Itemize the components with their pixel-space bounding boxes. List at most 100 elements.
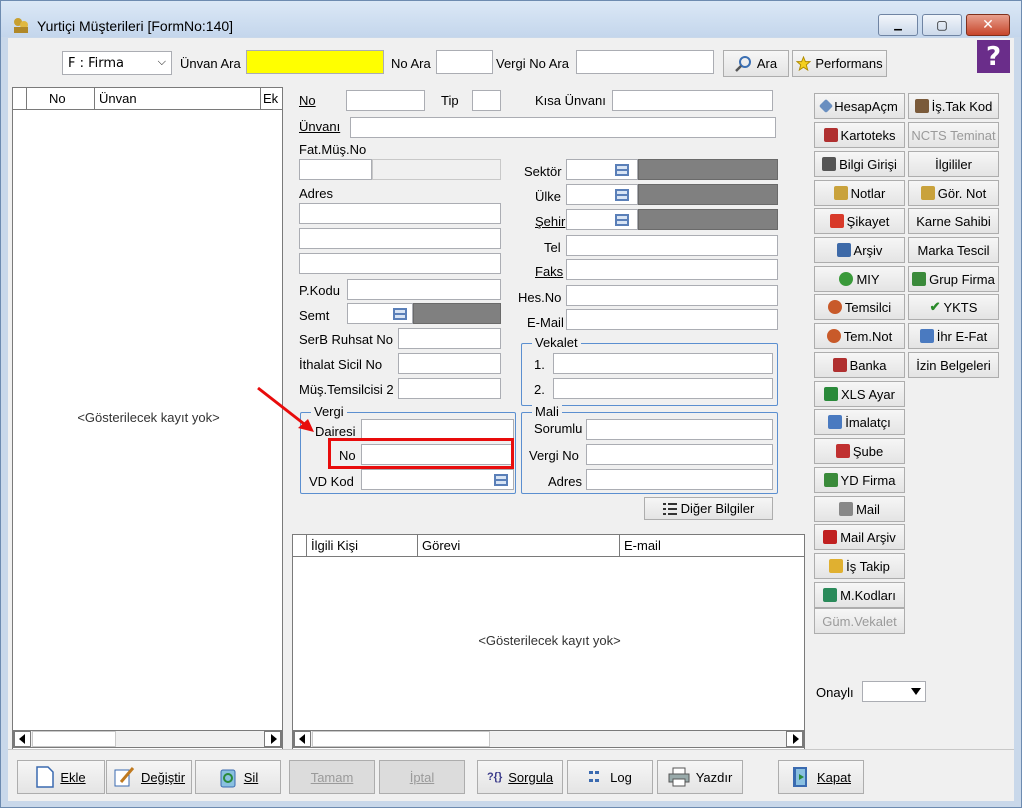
help-button[interactable]: ? [977,40,1010,73]
semt-lookup-icon[interactable] [391,306,409,322]
contacts-col-email[interactable]: E-mail [620,535,804,556]
vd-kod-lookup-icon[interactable] [492,472,510,488]
ithalat-sicil-field[interactable] [398,353,501,374]
ulke-lookup-icon[interactable] [613,187,631,203]
list-col-no[interactable]: No [27,88,95,109]
side-button-ihr-e-fat[interactable]: İhr E-Fat [908,323,999,349]
degistir-button[interactable]: Değiştir [106,760,192,794]
side-button-notlar[interactable]: Notlar [814,180,905,206]
sektor-lookup-icon[interactable] [613,162,631,178]
mali-vergi-no-field[interactable] [586,444,773,465]
side-button-gum-vekalet[interactable]: Güm.Vekalet [814,608,905,634]
side-button-xls-ayar[interactable]: XLS Ayar [814,381,905,407]
side-button-hesapacm[interactable]: HesapAçm [814,93,905,119]
sorgula-button[interactable]: ?{} Sorgula [477,760,563,794]
side-button-ykts[interactable]: ✔ YKTS [908,294,999,320]
minimize-button[interactable]: ▁ [878,14,918,36]
side-button-gor-not[interactable]: Gör. Not [908,180,999,206]
vekalet-1-field[interactable] [553,353,773,374]
mus-temsilcisi2-field[interactable] [398,378,501,399]
tamam-button[interactable]: Tamam [289,760,375,794]
side-button-is-takip[interactable]: İş Takip [814,553,905,579]
vekalet-2-field[interactable] [553,378,773,399]
side-button-banka[interactable]: Banka [814,352,905,378]
tip-field[interactable] [472,90,501,111]
record-type-select[interactable]: F : Firma ⌵ [62,51,172,75]
contacts-hscrollbar[interactable] [293,730,804,748]
contacts-col-ilgili-kisi[interactable]: İlgili Kişi [307,535,418,556]
side-button-tem-not[interactable]: Tem.Not [814,323,905,349]
side-button-izin-belgeleri[interactable]: İzin Belgeleri [908,352,999,378]
vergi-no-ara-input[interactable] [576,50,714,74]
side-button-temsilci[interactable]: Temsilci [814,294,905,320]
tip-label: Tip [441,93,459,108]
yazdir-button[interactable]: Yazdır [657,760,743,794]
contacts-col-gorevi[interactable]: Görevi [418,535,620,556]
serb-ruhsat-field[interactable] [398,328,501,349]
mali-adres-field[interactable] [586,469,773,490]
list-hscrollbar[interactable] [13,730,282,748]
side-button-ilgililer[interactable]: İlgililer [908,151,999,177]
side-button-karne-sahibi[interactable]: Karne Sahibi [908,208,999,234]
side-button-yd-firma[interactable]: YD Firma [814,467,905,493]
fat-mus-no-field[interactable] [299,159,372,180]
side-button-kartoteks[interactable]: Kartoteks [814,122,905,148]
side-button-imalatci[interactable]: İmalatçı [814,409,905,435]
ulke-field[interactable] [566,184,638,205]
vergi-dairesi-field[interactable] [361,419,514,440]
side-button-is-tak-kod[interactable]: İş.Tak Kod [908,93,999,119]
tel-field[interactable] [566,235,778,256]
list-col-ek[interactable]: Ek [261,88,283,109]
ulke-name-field [638,184,778,205]
pkodu-field[interactable] [347,279,501,300]
adres-line-3[interactable] [299,253,501,274]
onayli-select[interactable] [862,681,926,702]
side-button-mail[interactable]: Mail [814,496,905,522]
kapat-button[interactable]: Kapat [778,760,864,794]
semt-field[interactable] [347,303,413,324]
ara-button[interactable]: Ara [723,50,789,77]
no-ara-input[interactable] [436,50,493,74]
contacts-scroll-right-arrow[interactable] [786,731,803,747]
maximize-button[interactable]: ▢ [922,14,962,36]
scroll-left-arrow[interactable] [14,731,31,747]
diger-bilgiler-button[interactable]: Diğer Bilgiler [644,497,773,520]
email-field[interactable] [566,309,778,330]
hes-no-field[interactable] [566,285,778,306]
side-button-marka-tescil[interactable]: Marka Tescil [908,237,999,263]
contacts-scroll-thumb[interactable] [312,731,490,747]
unvani-field[interactable] [350,117,776,138]
side-button-miy[interactable]: MIY [814,266,905,292]
faks-field[interactable] [566,259,778,280]
side-button-arsiv[interactable]: Arşiv [814,237,905,263]
side-button-m-kodlari[interactable]: M.Kodları [814,582,905,608]
side-button-grup-firma[interactable]: Grup Firma [908,266,999,292]
no-field[interactable] [346,90,425,111]
close-button[interactable]: ✕ [966,14,1010,36]
sil-button[interactable]: Sil [195,760,281,794]
side-button-sikayet[interactable]: Şikayet [814,208,905,234]
contacts-grid[interactable]: İlgili Kişi Görevi E-mail <Gösterilecek … [292,534,805,751]
customer-list-grid[interactable]: No Ünvan Ek <Gösterilecek kayıt yok> [12,87,283,751]
ekle-button[interactable]: Ekle [17,760,105,794]
side-button-sube[interactable]: Şube [814,438,905,464]
unvan-ara-input[interactable] [246,50,384,74]
list-col-unvan[interactable]: Ünvan [95,88,261,109]
side-button-ncts-teminat[interactable]: NCTS Teminat [908,122,999,148]
mali-sorumlu-field[interactable] [586,419,773,440]
sehir-field[interactable] [566,209,638,230]
vd-kod-field[interactable] [361,469,514,490]
list-scroll-thumb[interactable] [32,731,116,747]
scroll-right-arrow[interactable] [264,731,281,747]
adres-line-1[interactable] [299,203,501,224]
side-button-mail-arsiv[interactable]: Mail Arşiv [814,524,905,550]
performans-button[interactable]: Performans [792,50,887,77]
iptal-button[interactable]: İptal [379,760,465,794]
sektor-field[interactable] [566,159,638,180]
kisa-unvani-field[interactable] [612,90,773,111]
contacts-scroll-left-arrow[interactable] [294,731,311,747]
log-button[interactable]: Log [567,760,653,794]
sehir-lookup-icon[interactable] [613,212,631,228]
side-button-bilgi-girisi[interactable]: Bilgi Girişi [814,151,905,177]
adres-line-2[interactable] [299,228,501,249]
